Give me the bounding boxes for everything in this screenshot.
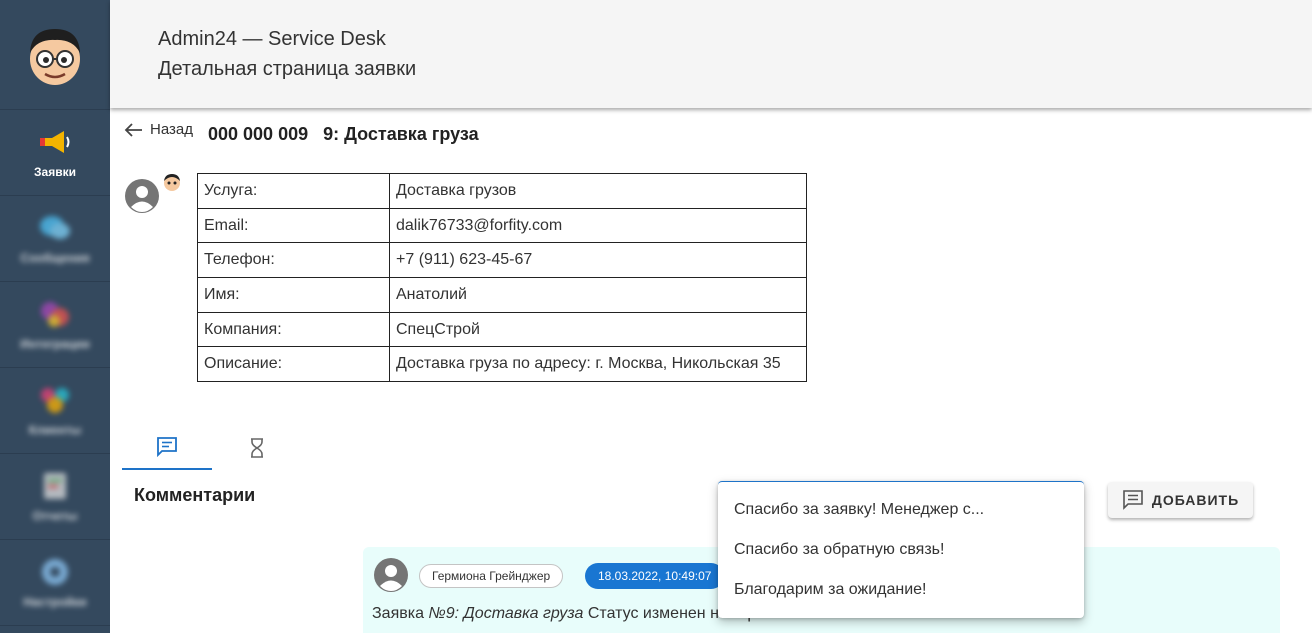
manager-avatar-icon	[162, 172, 182, 197]
tab-comments[interactable]	[122, 425, 212, 470]
info-value: СпецСтрой	[389, 311, 807, 348]
sidebar-item-label: Сообщения	[20, 250, 90, 265]
add-button-label: ДОБАВИТЬ	[1151, 492, 1240, 508]
table-row: Телефон: +7 (911) 623-45-67	[197, 242, 807, 279]
info-key: Услуга:	[197, 173, 390, 209]
app-header: Admin24 — Service Desk Детальная страниц…	[110, 0, 1312, 108]
comment-text-prefix: Заявка	[372, 605, 429, 622]
sidebar-item-label: Клиенты	[28, 422, 82, 437]
logo-avatar[interactable]	[0, 0, 110, 110]
sidebar: Заявки Сообщения Интеграции Клиенты Отче…	[0, 0, 110, 633]
info-key: Телефон:	[197, 242, 390, 279]
ticket-info-table: Услуга: Доставка грузов Email: dalik7673…	[197, 173, 807, 383]
back-label: Назад	[150, 121, 193, 138]
info-value: dalik76733@forfity.com	[389, 207, 807, 244]
clients-icon	[38, 385, 72, 415]
info-value: Анатолий	[389, 277, 807, 313]
info-key: Описание:	[197, 346, 390, 383]
table-row: Компания: СпецСтрой	[197, 311, 807, 348]
comment-icon	[157, 436, 177, 457]
comment-icon	[1123, 490, 1143, 510]
info-key: Компания:	[197, 311, 390, 348]
app-title: Admin24 — Service Desk	[158, 28, 386, 50]
sidebar-item-requests[interactable]: Заявки	[0, 110, 110, 196]
table-row: Имя: Анатолий	[197, 277, 807, 313]
megaphone-icon	[38, 127, 72, 157]
comment-date-chip: 18.03.2022, 10:49:07	[585, 563, 725, 589]
settings-icon	[38, 557, 72, 587]
user-avatar-icon	[124, 178, 160, 219]
comment-template-dropdown: Спасибо за заявку! Менеджер с... Спасибо…	[718, 481, 1084, 618]
user-avatar-icon	[373, 557, 409, 598]
chat-bubbles-icon	[38, 213, 72, 243]
sidebar-item-settings[interactable]: Настройки	[0, 540, 110, 626]
hourglass-icon	[251, 437, 263, 458]
comments-heading: Комментарии	[134, 485, 256, 505]
sidebar-item-clients[interactable]: Клиенты	[0, 368, 110, 454]
reports-icon	[38, 471, 72, 501]
sidebar-item-label: Интеграции	[20, 336, 90, 351]
tab-history[interactable]	[212, 425, 302, 470]
info-value: Доставка груза по адресу: г. Москва, Ник…	[389, 346, 807, 383]
info-key: Имя:	[197, 277, 390, 313]
ticket-title: 000 000 009 9: Доставка груза	[208, 124, 479, 144]
sidebar-item-messages[interactable]: Сообщения	[0, 196, 110, 282]
arrow-left-icon	[124, 122, 142, 137]
template-option[interactable]: Благодарим за ожидание!	[718, 570, 1084, 610]
page-title: Детальная страница заявки	[158, 58, 417, 80]
back-button[interactable]: Назад	[124, 121, 193, 138]
integrations-icon	[38, 299, 72, 329]
table-row: Email: dalik76733@forfity.com	[197, 207, 807, 244]
comment-author-chip: Гермиона Грейнджер	[419, 564, 564, 588]
template-option[interactable]: Спасибо за заявку! Менеджер с...	[718, 490, 1084, 530]
info-value: Доставка грузов	[389, 173, 807, 209]
table-row: Услуга: Доставка грузов	[197, 173, 807, 209]
sidebar-item-label: Отчеты	[32, 508, 78, 523]
cartoon-face-icon	[30, 28, 80, 85]
table-row: Описание: Доставка груза по адресу: г. М…	[197, 346, 807, 383]
template-option[interactable]: Спасибо за обратную связь!	[718, 530, 1084, 570]
sidebar-item-label: Заявки	[34, 164, 76, 179]
sidebar-item-integrations[interactable]: Интеграции	[0, 282, 110, 368]
info-key: Email:	[197, 207, 390, 244]
sidebar-item-label: Настройки	[23, 594, 87, 609]
comment-text-ticket: №9: Доставка груза	[428, 605, 584, 622]
add-comment-button[interactable]: ДОБАВИТЬ	[1108, 482, 1253, 518]
sidebar-item-reports[interactable]: Отчеты	[0, 454, 110, 540]
info-value: +7 (911) 623-45-67	[389, 242, 807, 279]
